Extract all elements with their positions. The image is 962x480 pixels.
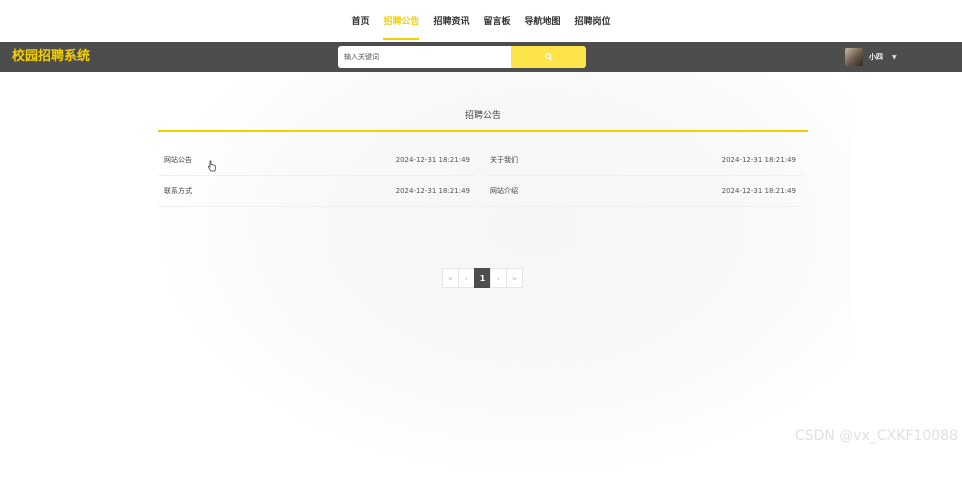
news-date: 2024-12-31 18:21:49 [721, 156, 796, 164]
caret-down-icon: ▼ [892, 53, 897, 61]
search-button[interactable] [511, 46, 586, 68]
news-title: 网站介绍 [490, 187, 518, 195]
nav-item-recruitment-news[interactable]: 招聘资讯 [433, 0, 469, 42]
first-page-button[interactable]: « [442, 268, 459, 288]
nav-item-map[interactable]: 导航地图 [525, 0, 561, 42]
news-date: 2024-12-31 18:21:49 [721, 187, 796, 195]
news-row[interactable]: 网站公告 2024-12-31 18:21:49 [158, 145, 476, 176]
title-underline [158, 130, 808, 132]
page-1-button[interactable]: 1 [474, 268, 491, 288]
avatar [845, 48, 863, 66]
nav-item-message-board[interactable]: 留言板 [484, 0, 511, 42]
search-input[interactable] [338, 46, 511, 68]
news-title: 网站公告 [164, 156, 192, 164]
hand-cursor-icon [208, 160, 216, 172]
prev-page-button[interactable]: ‹ [458, 268, 475, 288]
last-page-button[interactable]: » [506, 268, 523, 288]
news-title: 联系方式 [164, 187, 192, 195]
nav-item-jobs[interactable]: 招聘岗位 [575, 0, 611, 42]
nav-item-home[interactable]: 首页 [351, 0, 369, 42]
user-menu[interactable]: 小四 ▼ [845, 46, 897, 68]
news-date: 2024-12-31 18:21:49 [395, 187, 470, 195]
search-icon [544, 53, 553, 61]
news-row[interactable]: 网站介绍 2024-12-31 18:21:49 [484, 176, 802, 207]
news-date: 2024-12-31 18:21:49 [395, 156, 470, 164]
header-bar: 校园招聘系统 小四 ▼ [0, 42, 962, 72]
news-row[interactable]: 联系方式 2024-12-31 18:21:49 [158, 176, 476, 207]
news-title: 关于我们 [490, 156, 518, 164]
pagination: « ‹ 1 › » [442, 268, 523, 288]
nav-item-recruitment-notice[interactable]: 招聘公告 [383, 0, 420, 42]
section-title: 招聘公告 [464, 111, 501, 121]
news-row[interactable]: 关于我们 2024-12-31 18:21:49 [484, 145, 802, 176]
site-brand: 校园招聘系统 [12, 49, 91, 64]
user-name: 小四 [869, 53, 883, 61]
top-nav: 首页 招聘公告 招聘资讯 留言板 导航地图 招聘岗位 [0, 0, 962, 42]
next-page-button[interactable]: › [490, 268, 507, 288]
watermark: CSDN @vx_CXKF10088 [794, 428, 958, 444]
